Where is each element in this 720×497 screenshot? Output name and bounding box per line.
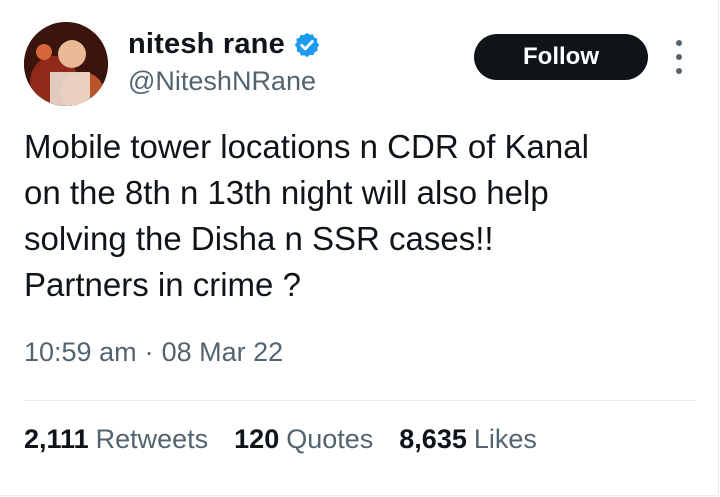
stat-count: 8,635: [399, 424, 467, 454]
stat-label: Quotes: [286, 424, 374, 454]
stat-label: Retweets: [95, 424, 209, 454]
dot: [676, 54, 682, 60]
avatar[interactable]: [24, 22, 108, 106]
tweet-line: solving the Disha n SSR cases!!: [24, 220, 494, 257]
tweet-line: Partners in crime ?: [24, 266, 301, 303]
follow-button[interactable]: Follow: [474, 34, 648, 80]
stat-count: 120: [234, 424, 280, 454]
stat-count: 2,111: [24, 424, 89, 454]
retweets-stat[interactable]: 2,111 Retweets: [24, 424, 208, 455]
tweet-line: Mobile tower locations n CDR of Kanal: [24, 128, 589, 165]
author-name-row: nitesh rane: [128, 28, 321, 61]
tweet-date: 08 Mar 22: [161, 337, 284, 367]
tweet-time: 10:59 am: [24, 337, 137, 367]
tweet-line: on the 8th n 13th night will also help: [24, 174, 549, 211]
divider: [24, 400, 696, 401]
likes-stat[interactable]: 8,635 Likes: [399, 424, 537, 455]
more-vertical-icon[interactable]: [672, 40, 686, 74]
dot: [676, 40, 682, 46]
verified-badge-icon: [294, 32, 320, 57]
stat-label: Likes: [473, 424, 537, 454]
tweet-text: Mobile tower locations n CDR of Kanal on…: [24, 124, 684, 308]
dot: [676, 68, 682, 74]
author-name[interactable]: nitesh rane: [128, 28, 285, 61]
engagement-stats: 2,111 Retweets 120 Quotes 8,635 Likes: [24, 424, 537, 455]
meta-separator: ·: [144, 337, 154, 367]
author-handle[interactable]: @NiteshNRane: [128, 66, 316, 97]
tweet-timestamp[interactable]: 10:59 am · 08 Mar 22: [24, 337, 283, 368]
quotes-stat[interactable]: 120 Quotes: [234, 424, 373, 455]
